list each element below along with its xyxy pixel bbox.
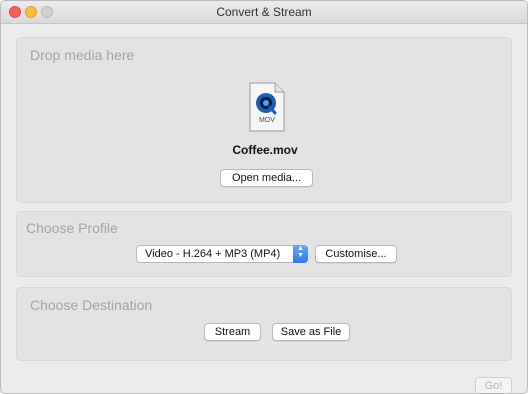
open-media-button[interactable]: Open media... [220,169,313,187]
select-chevrons-icon: ▲ ▼ [293,245,308,263]
customise-button[interactable]: Customise... [315,245,397,263]
file-type-label: MOV [259,117,275,124]
choose-profile-heading: Choose Profile [26,220,118,236]
choose-profile-panel: Choose Profile Video - H.264 + MP3 (MP4)… [16,211,512,277]
go-button[interactable]: Go! [475,377,512,393]
window-title: Convert & Stream [216,5,312,19]
stream-button[interactable]: Stream [204,323,261,341]
profile-select-value: Video - H.264 + MP3 (MP4) [145,248,281,260]
file-name: Coffee.mov [232,143,298,157]
save-as-file-button[interactable]: Save as File [272,323,350,341]
mov-file-icon: MOV [249,82,285,132]
drop-media-heading: Drop media here [30,47,135,63]
choose-destination-panel: Choose Destination Stream Save as File [16,287,512,361]
drop-media-panel[interactable]: Drop media here MOV Coffee.mov Open medi… [16,37,512,203]
title-bar: Convert & Stream [1,1,527,24]
profile-select[interactable]: Video - H.264 + MP3 (MP4) ▲ ▼ [136,245,308,263]
choose-destination-heading: Choose Destination [30,297,153,313]
convert-stream-window: Convert & Stream Drop media here MOV Cof… [0,0,528,394]
